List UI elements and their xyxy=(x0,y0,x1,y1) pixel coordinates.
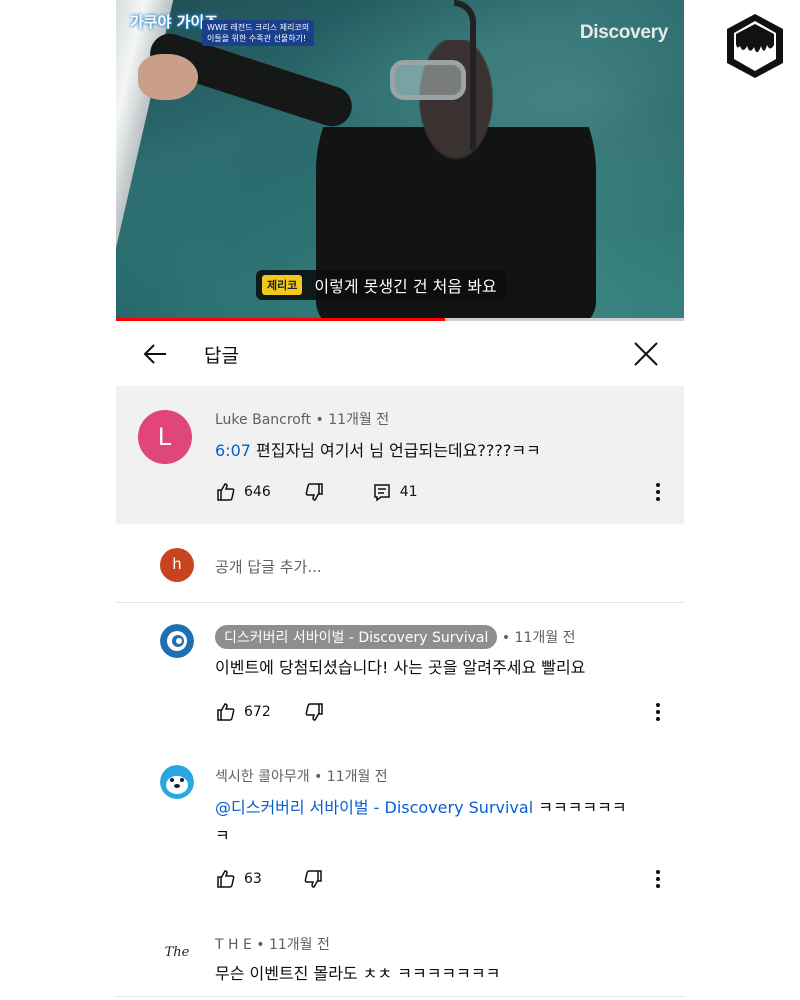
thumbs-down-icon[interactable] xyxy=(302,868,324,890)
reply-count: 41 xyxy=(399,484,418,500)
comment-text: 이벤트에 당첨되셨습니다! 사는 곳을 알려주세요 빨리요 xyxy=(215,658,586,677)
page-title: 답글 xyxy=(204,345,239,367)
more-options-icon[interactable] xyxy=(648,867,668,891)
thumbs-down-icon[interactable] xyxy=(303,481,325,503)
avatar: h xyxy=(160,548,194,582)
more-options-icon[interactable] xyxy=(648,480,668,504)
comment-meta: T H E • 11개월 전 xyxy=(215,934,330,954)
reply-input[interactable]: 공개 답글 추가... xyxy=(215,556,322,577)
thumbs-up-icon[interactable] xyxy=(215,868,237,890)
thumbs-up-icon[interactable] xyxy=(215,481,237,503)
video-player[interactable]: 가쿠야 가이즈 WWE 레전드 크리스 제리코의 이들을 위한 수족관 선물하기… xyxy=(116,0,684,318)
subtitle-speaker: 제리코 xyxy=(262,275,303,295)
discovery-channel-avatar[interactable] xyxy=(160,624,194,658)
comment-meta: 섹시한 콜아무개 • 11개월 전 xyxy=(215,766,388,786)
comment-author[interactable]: 섹시한 콜아무개 xyxy=(215,769,310,785)
comment-author[interactable]: T H E xyxy=(215,937,252,953)
avatar-letter: h xyxy=(172,556,182,573)
avatar[interactable]: L xyxy=(138,410,192,464)
avatar-letter: L xyxy=(158,422,172,451)
comment-author[interactable]: Luke Bancroft xyxy=(215,412,311,428)
video-diver-hand xyxy=(138,54,198,100)
show-banner: WWE 레전드 크리스 제리코의 이들을 위한 수족관 선물하기! xyxy=(202,20,315,46)
comment-text-body: 편집자님 여기서 님 언급되는데요????ㅋㅋ xyxy=(250,441,541,460)
comment-time: • 11개월 전 xyxy=(256,937,330,953)
divider xyxy=(116,996,684,997)
subtitle-text: 이렇게 못생긴 건 처음 봐요 xyxy=(314,277,497,296)
comment-actions: 63 xyxy=(215,867,324,891)
comment-time: • 11개월 전 xyxy=(314,769,388,785)
video-progress-bar[interactable] xyxy=(116,318,684,321)
comment-text-line1: ㅋㅋㅋㅋㅋㅋ xyxy=(533,798,627,817)
comment-text-line2: ㅋ xyxy=(215,826,230,845)
avatar[interactable]: The xyxy=(160,935,194,969)
arrow-left-icon[interactable] xyxy=(142,342,168,366)
video-dive-mask xyxy=(390,60,466,100)
video-progress-fill xyxy=(116,318,446,321)
divider xyxy=(116,602,684,603)
like-count: 63 xyxy=(244,871,262,887)
avatar-text: The xyxy=(164,944,190,960)
channel-owner-chip[interactable]: 디스커버리 서바이벌 - Discovery Survival xyxy=(215,625,498,649)
close-icon[interactable] xyxy=(632,340,660,368)
timestamp-link[interactable]: 6:07 xyxy=(215,441,251,460)
reply-count-icon[interactable] xyxy=(371,481,393,503)
comment-actions: 646 41 xyxy=(215,480,418,504)
seal-avatar[interactable] xyxy=(160,765,194,799)
show-banner-line1: WWE 레전드 크리스 제리코의 xyxy=(207,23,310,32)
comment-meta: 디스커버리 서바이벌 - Discovery Survival • 11개월 전 xyxy=(215,625,575,649)
comment-text: @디스커버리 서바이벌 - Discovery Survival ㅋㅋㅋㅋㅋㅋ xyxy=(215,794,627,818)
comment-text: 무슨 이벤트진 몰라도 ㅊㅊ ㅋㅋㅋㅋㅋㅋㅋ xyxy=(215,964,501,983)
thumbs-down-icon[interactable] xyxy=(303,701,325,723)
comment-time: • 11개월 전 xyxy=(501,630,576,646)
thumbs-up-icon[interactable] xyxy=(215,701,237,723)
comment-actions: 672 xyxy=(215,700,325,724)
replies-header: 답글 xyxy=(116,322,684,386)
show-banner-line2: 이들을 위한 수족관 선물하기! xyxy=(207,34,307,43)
like-count: 646 xyxy=(244,484,271,500)
comment-time: • 11개월 전 xyxy=(315,412,390,428)
more-options-icon[interactable] xyxy=(648,700,668,724)
parent-comment: L Luke Bancroft • 11개월 전 6:07 편집자님 여기서 님… xyxy=(116,386,684,524)
add-reply-row[interactable]: h 공개 답글 추가... xyxy=(116,530,684,602)
like-count: 672 xyxy=(244,704,271,720)
mention-link[interactable]: @디스커버리 서바이벌 - Discovery Survival xyxy=(215,798,533,817)
video-subtitle: 제리코 이렇게 못생긴 건 처음 봐요 xyxy=(256,270,507,300)
channel-watermark: Discovery xyxy=(579,22,668,43)
comment-meta: Luke Bancroft • 11개월 전 xyxy=(215,409,389,429)
comment-text: 6:07 편집자님 여기서 님 언급되는데요????ㅋㅋ xyxy=(215,437,541,461)
brand-logo-icon xyxy=(727,14,783,78)
